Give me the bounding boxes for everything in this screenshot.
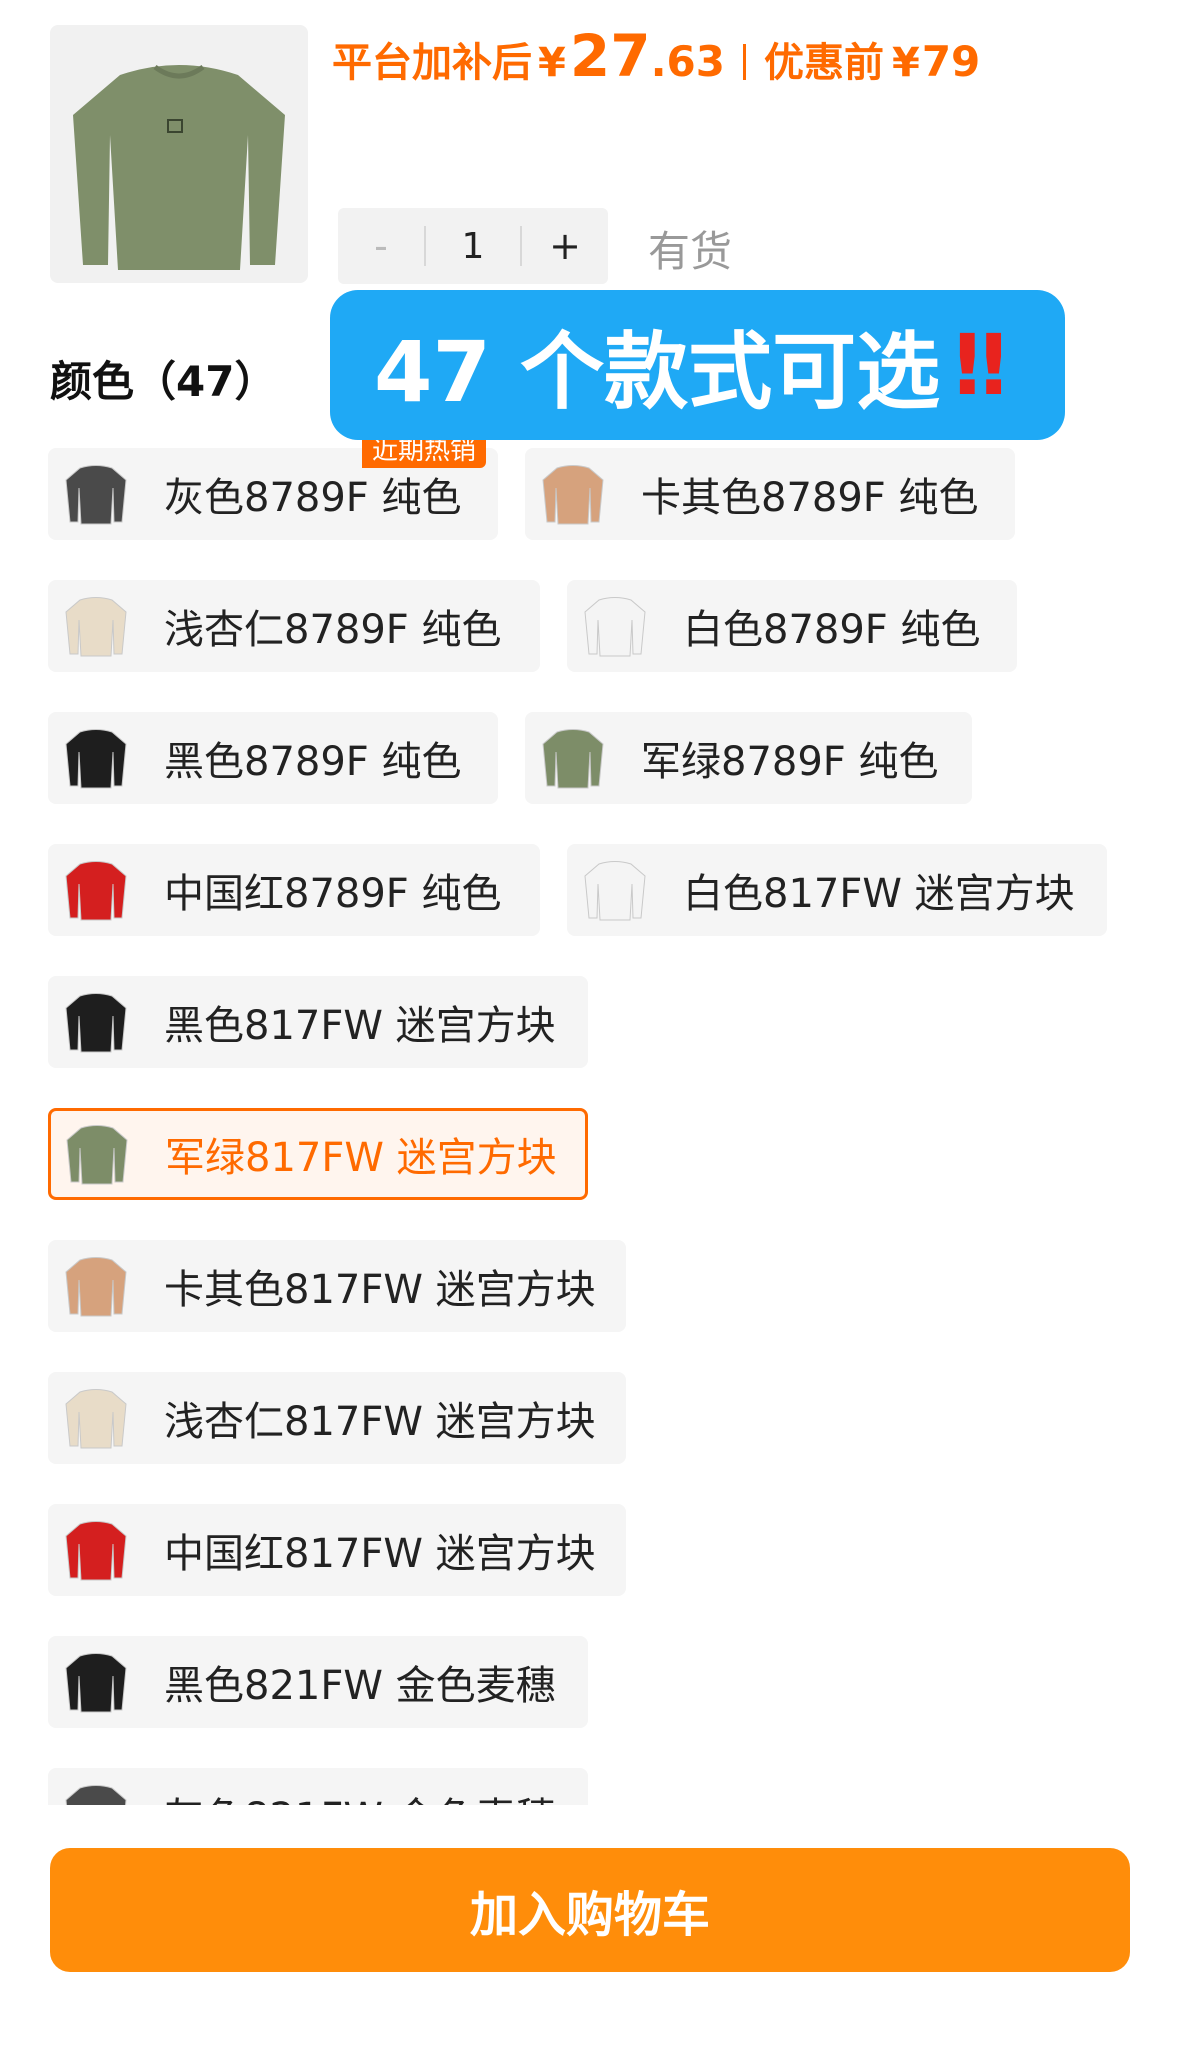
sweater-swatch-icon (575, 586, 655, 666)
increase-button[interactable]: + (522, 224, 608, 268)
promo-banner: 47 个款式可选 ‼ (330, 290, 1065, 440)
quantity-stepper: - 1 + (338, 208, 608, 284)
variant-chip[interactable]: 军绿817FW 迷宫方块 (48, 1108, 588, 1200)
stock-status: 有货 (648, 227, 733, 276)
variant-chip[interactable]: 中国红817FW 迷宫方块 (48, 1504, 626, 1596)
variant-chip[interactable]: 白色8789F 纯色 (567, 580, 1017, 672)
variant-label: 军绿8789F 纯色 (641, 739, 939, 785)
promo-text: 47 个款式可选 (374, 322, 941, 421)
variant-chip[interactable]: 黑色8789F 纯色 (48, 712, 498, 804)
add-to-cart-button[interactable]: 加入购物车 (50, 1848, 1130, 1972)
price-decimal: .63 (650, 37, 725, 86)
original-price-label: 优惠前 (763, 40, 884, 86)
variant-label: 黑色817FW 迷宫方块 (164, 1003, 556, 1049)
sweater-swatch-icon (56, 982, 136, 1062)
original-currency-symbol: ¥ (891, 40, 920, 86)
variant-label: 中国红817FW 迷宫方块 (164, 1531, 596, 1577)
variant-label: 浅杏仁8789F 纯色 (164, 607, 502, 653)
sweater-swatch-icon (56, 586, 136, 666)
decrease-button[interactable]: - (338, 224, 424, 268)
product-thumbnail[interactable] (50, 25, 308, 283)
sweater-image (73, 64, 285, 270)
variant-label: 灰色8789F 纯色 (164, 475, 462, 521)
sweater-swatch-icon (533, 454, 613, 534)
sweater-swatch-icon (56, 1246, 136, 1326)
price-line: 平台加补后 ¥ 27 .63 优惠前 ¥ 79 (332, 22, 980, 102)
variant-chip[interactable]: 黑色821FW 金色麦穗 (48, 1636, 588, 1728)
variant-chip[interactable]: 卡其色817FW 迷宫方块 (48, 1240, 626, 1332)
variant-label: 军绿817FW 迷宫方块 (165, 1135, 557, 1181)
variant-label: 黑色821FW 金色麦穗 (164, 1663, 556, 1709)
price-integer: 27 (569, 22, 651, 90)
original-price: 79 (921, 37, 981, 86)
variant-label: 卡其色8789F 纯色 (641, 475, 979, 521)
sweater-swatch-icon (575, 850, 655, 930)
variant-label: 白色8789F 纯色 (683, 607, 981, 653)
sweater-swatch-icon (56, 454, 136, 534)
sweater-swatch-icon (56, 1378, 136, 1458)
variant-chip[interactable]: 中国红8789F 纯色 (48, 844, 540, 936)
variant-label: 浅杏仁817FW 迷宫方块 (164, 1399, 596, 1445)
variant-chip[interactable]: 军绿8789F 纯色 (525, 712, 972, 804)
variant-chip[interactable]: 浅杏仁8789F 纯色 (48, 580, 540, 672)
price-divider (742, 44, 746, 80)
sweater-swatch-icon (56, 718, 136, 798)
variant-label: 黑色8789F 纯色 (164, 739, 462, 785)
sweater-swatch-icon (533, 718, 613, 798)
variant-label: 白色817FW 迷宫方块 (683, 871, 1075, 917)
price-label: 平台加补后 (332, 40, 532, 86)
variant-label: 中国红8789F 纯色 (164, 871, 502, 917)
variant-chip[interactable]: 浅杏仁817FW 迷宫方块 (48, 1372, 626, 1464)
sweater-swatch-icon (56, 1510, 136, 1590)
sweater-swatch-icon (56, 850, 136, 930)
quantity-value[interactable]: 1 (426, 226, 520, 267)
variant-label: 卡其色817FW 迷宫方块 (164, 1267, 596, 1313)
color-section-title: 颜色（47） (50, 357, 277, 406)
currency-symbol: ¥ (538, 40, 566, 86)
sweater-swatch-icon (56, 1642, 136, 1722)
sweater-swatch-icon (57, 1114, 137, 1194)
variant-chip[interactable]: 卡其色8789F 纯色 (525, 448, 1015, 540)
variant-chip[interactable]: 白色817FW 迷宫方块 (567, 844, 1107, 936)
variant-chip[interactable]: 黑色817FW 迷宫方块 (48, 976, 588, 1068)
double-exclamation-icon: ‼ (954, 316, 1007, 414)
